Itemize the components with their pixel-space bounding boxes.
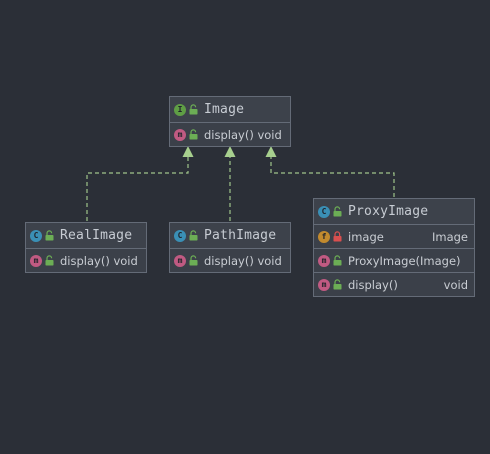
class-icon: C xyxy=(174,229,186,242)
class-proxyimage-header: C ProxyImage xyxy=(314,199,474,225)
method-icon: m xyxy=(174,128,186,141)
method-signature: display() void xyxy=(60,253,138,268)
method-icon: m xyxy=(318,278,330,291)
class-name: RealImage xyxy=(60,228,133,243)
class-pathimage[interactable]: C PathImage m display() void xyxy=(169,222,291,273)
interface-image[interactable]: I Image m display() void xyxy=(169,96,291,147)
method-icon: m xyxy=(174,254,186,267)
field-name: image xyxy=(348,229,384,244)
public-visibility-icon xyxy=(189,255,198,266)
class-realimage[interactable]: C RealImage m display() void xyxy=(25,222,147,273)
class-pathimage-header: C PathImage xyxy=(170,223,290,249)
constructor-signature: ProxyImage(Image) xyxy=(348,253,461,268)
interface-name: Image xyxy=(204,102,245,117)
method-return-type: void xyxy=(443,277,468,292)
method-signature: display() void xyxy=(204,127,282,142)
method-icon: m xyxy=(318,254,330,267)
class-icon: C xyxy=(318,205,330,218)
public-visibility-icon xyxy=(189,104,198,115)
arrowhead-proxyimage xyxy=(265,146,277,157)
method-row[interactable]: m display() void xyxy=(314,273,474,296)
method-row[interactable]: m ProxyImage(Image) xyxy=(314,249,474,273)
public-visibility-icon xyxy=(333,255,342,266)
public-visibility-icon xyxy=(333,279,342,290)
arrowhead-realimage xyxy=(182,146,194,157)
edge-realimage-implements-image xyxy=(86,154,189,221)
class-proxyimage[interactable]: C ProxyImage f image Image m ProxyImage(… xyxy=(313,198,475,297)
method-row[interactable]: m display() void xyxy=(26,249,146,272)
class-name: PathImage xyxy=(204,228,277,243)
field-type: Image xyxy=(431,229,468,244)
method-signature: display() xyxy=(348,277,398,292)
field-icon: f xyxy=(318,230,330,243)
public-visibility-icon xyxy=(45,230,54,241)
method-signature: display() void xyxy=(204,253,282,268)
method-icon: m xyxy=(30,254,42,267)
private-visibility-icon xyxy=(333,231,342,242)
public-visibility-icon xyxy=(189,230,198,241)
method-row[interactable]: m display() void xyxy=(170,123,290,146)
public-visibility-icon xyxy=(45,255,54,266)
interface-image-header: I Image xyxy=(170,97,290,123)
class-icon: C xyxy=(30,229,42,242)
class-name: ProxyImage xyxy=(348,204,429,219)
public-visibility-icon xyxy=(189,129,198,140)
public-visibility-icon xyxy=(333,206,342,217)
class-realimage-header: C RealImage xyxy=(26,223,146,249)
interface-icon: I xyxy=(174,103,186,116)
method-row[interactable]: m display() void xyxy=(170,249,290,272)
arrowhead-pathimage xyxy=(224,146,236,157)
edge-proxyimage-implements-image xyxy=(270,154,395,197)
field-row[interactable]: f image Image xyxy=(314,225,474,249)
